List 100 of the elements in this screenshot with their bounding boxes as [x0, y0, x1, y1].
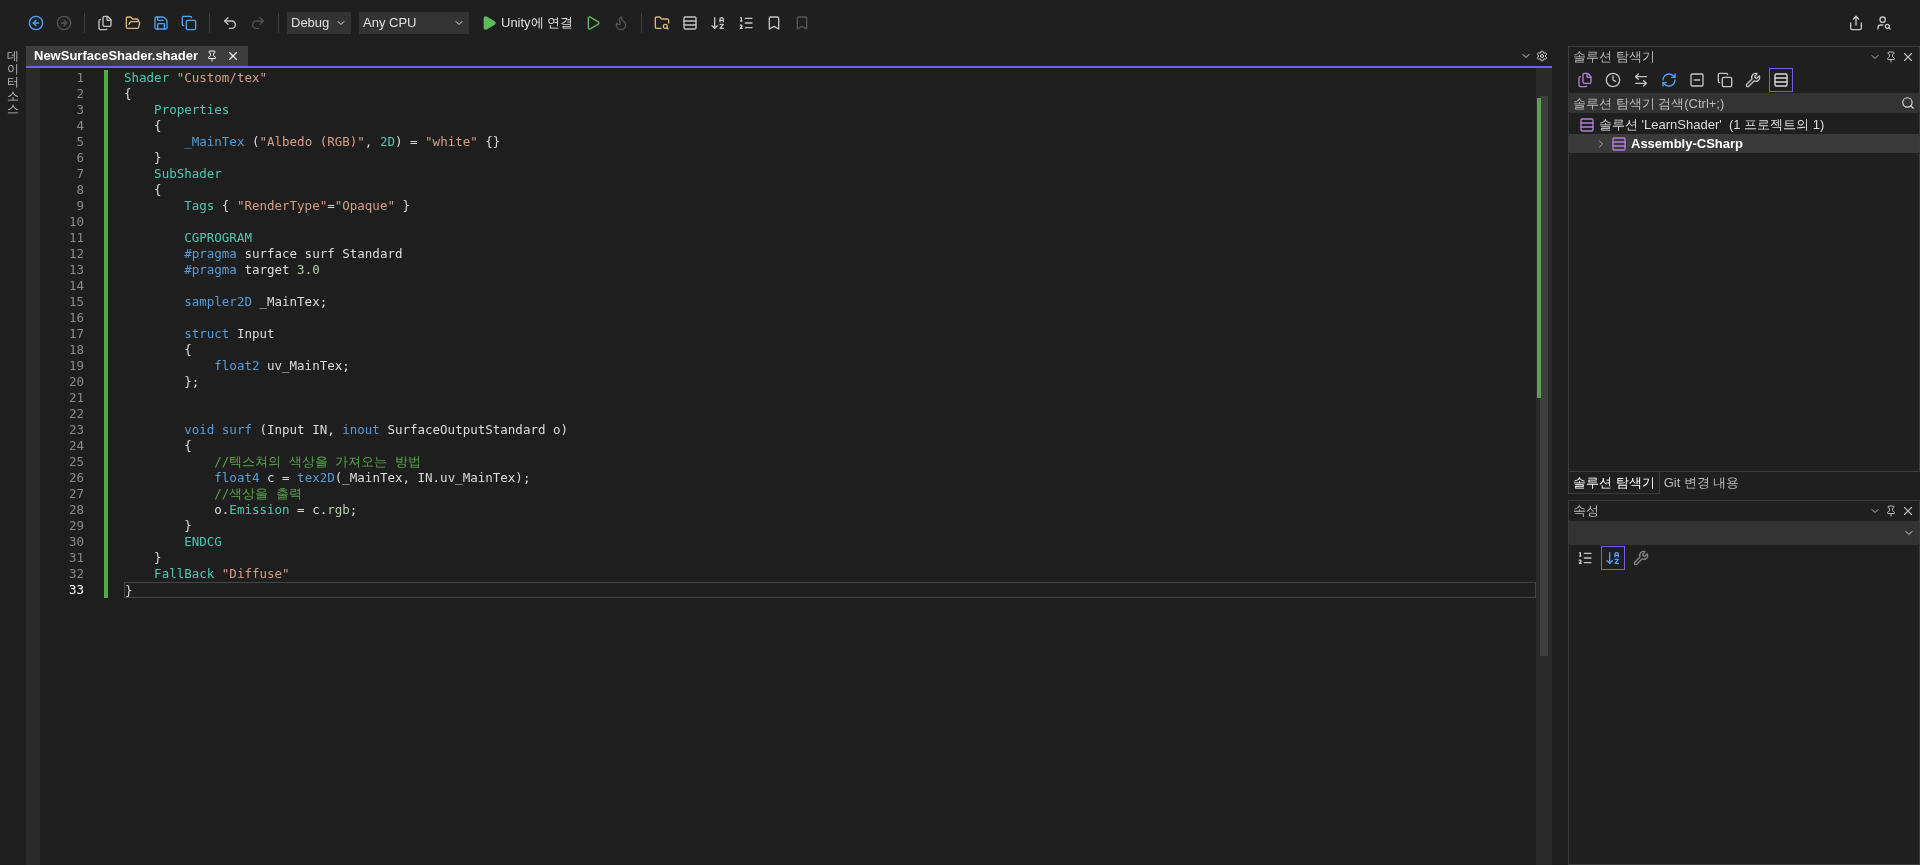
copy-icon: [1717, 72, 1733, 88]
code-line: CGPROGRAM: [183, 230, 252, 246]
code-line: Shader "Custom/tex": [124, 70, 267, 86]
code-line: {: [183, 342, 192, 358]
line-number: 25: [67, 454, 85, 470]
line-number: 29: [67, 518, 85, 534]
code-line: {: [124, 86, 132, 102]
code-line: //텍스쳐의 색상을 가져오는 방법: [213, 454, 421, 470]
line-number: 19: [67, 358, 85, 374]
code-line: void surf (Input IN, inout SurfaceOutputStandard o): [183, 422, 569, 438]
line-number: 16: [67, 310, 85, 326]
line-number: 20: [67, 374, 85, 390]
wrench-icon: [1633, 550, 1649, 566]
line-number: 18: [67, 342, 85, 358]
line-number: 28: [67, 502, 85, 518]
line-number: 13: [67, 262, 85, 278]
tree-item[interactable]: Assembly-CSharp: [1569, 134, 1919, 153]
panel-title: 속성: [1573, 502, 1599, 521]
back-icon: [28, 14, 44, 31]
save-all-icon: [181, 14, 197, 31]
code-line: Properties: [153, 102, 230, 118]
code-line: SubShader: [153, 166, 222, 182]
sync-icon: [1633, 72, 1649, 88]
code-line: #pragma target 3.0: [183, 262, 320, 278]
line-number: 6: [75, 150, 85, 166]
search-icon[interactable]: [1901, 96, 1915, 110]
platform-dropdown[interactable]: Any CPU: [359, 11, 469, 34]
line-number: 32: [67, 566, 85, 582]
line-number: 8: [75, 182, 85, 198]
code-line: //색상을 출력: [213, 486, 302, 502]
line-number: 30: [67, 534, 85, 550]
history-icon: [1605, 72, 1621, 88]
line-number: 1: [75, 70, 85, 86]
run-button[interactable]: Unity에 연결: [477, 11, 578, 34]
code-line: float2 uv_MainTex;: [213, 358, 350, 374]
line-number: 14: [67, 278, 85, 294]
line-number: 17: [67, 326, 85, 342]
wrench-icon: [1745, 72, 1761, 88]
close-icon[interactable]: [1901, 504, 1915, 518]
refresh-icon: [1661, 72, 1677, 88]
code-line: sampler2D _MainTex;: [183, 294, 328, 310]
line-number: 9: [75, 198, 85, 214]
share-icon: [1848, 14, 1864, 31]
feedback-icon: [1876, 14, 1892, 31]
preview-icon: [1773, 72, 1789, 88]
line-number: 26: [67, 470, 85, 486]
line-number: 33: [67, 582, 85, 598]
code-line: ENDCG: [183, 534, 222, 550]
code-line: {: [153, 182, 162, 198]
code-line: _MainTex ("Albedo (RGB)", 2D) = "white" {}: [183, 134, 501, 150]
undo-icon: [222, 14, 238, 31]
code-line: Tags { "RenderType"="Opaque" }: [183, 198, 410, 214]
pin-icon[interactable]: [206, 50, 219, 62]
folder-search-icon: [654, 14, 671, 31]
scrollbar[interactable]: [1536, 68, 1552, 865]
project-icon: [1579, 116, 1595, 133]
code-line: {: [183, 438, 192, 454]
line-number: 22: [67, 406, 85, 422]
line-number: 3: [75, 102, 85, 118]
code-line: FallBack "Diffuse": [153, 566, 290, 582]
panel-tab[interactable]: 솔루션 탐색기: [1568, 472, 1660, 494]
side-tab[interactable]: 데이터 소스: [7, 50, 19, 116]
code-line: {: [153, 118, 162, 134]
code-line: o.Emission = c.rgb;: [213, 502, 358, 518]
redo-icon: [250, 14, 266, 31]
preview-toggle[interactable]: [1769, 68, 1793, 92]
sort-toggle[interactable]: [1601, 546, 1625, 570]
configuration-dropdown[interactable]: Debug: [287, 11, 351, 34]
line-number: 27: [67, 486, 85, 502]
panel-title: 솔루션 탐색기: [1573, 48, 1655, 67]
line-number: 5: [75, 134, 85, 150]
line-number: 15: [67, 294, 85, 310]
code-line: };: [183, 374, 200, 390]
editor-tab[interactable]: NewSurfaceShader.shader: [26, 46, 249, 66]
code-line: }: [183, 518, 192, 534]
line-number: 31: [67, 550, 85, 566]
line-number: 24: [67, 438, 85, 454]
code-line: }: [153, 550, 162, 566]
pin-icon[interactable]: [1885, 505, 1897, 517]
line-number: 7: [75, 166, 85, 182]
code-line: #pragma surface surf Standard: [183, 246, 403, 262]
code-line: float4 c = tex2D(_MainTex, IN.uv_MainTex);: [213, 470, 531, 486]
line-number: 2: [75, 86, 85, 102]
close-icon[interactable]: [1901, 50, 1915, 64]
collapse-icon: [1689, 72, 1705, 88]
open-folder-icon: [125, 14, 141, 31]
tree-item[interactable]: 솔루션 'LearnShader' (1 프로젝트의 1): [1569, 115, 1919, 134]
settings-icon[interactable]: [1536, 50, 1548, 62]
new-item-icon: [97, 14, 113, 31]
sort-icon: [1605, 550, 1621, 566]
forward-icon: [56, 14, 72, 31]
categorized-icon: [1577, 550, 1593, 566]
save-icon: [153, 14, 169, 31]
panel-tab[interactable]: Git 변경 내용: [1659, 472, 1744, 494]
pin-icon[interactable]: [1885, 51, 1897, 63]
code-line: }: [153, 150, 162, 166]
line-number: 11: [67, 230, 85, 246]
play-icon: [481, 14, 497, 31]
line-number: 10: [67, 214, 85, 230]
play-icon: [585, 14, 602, 31]
